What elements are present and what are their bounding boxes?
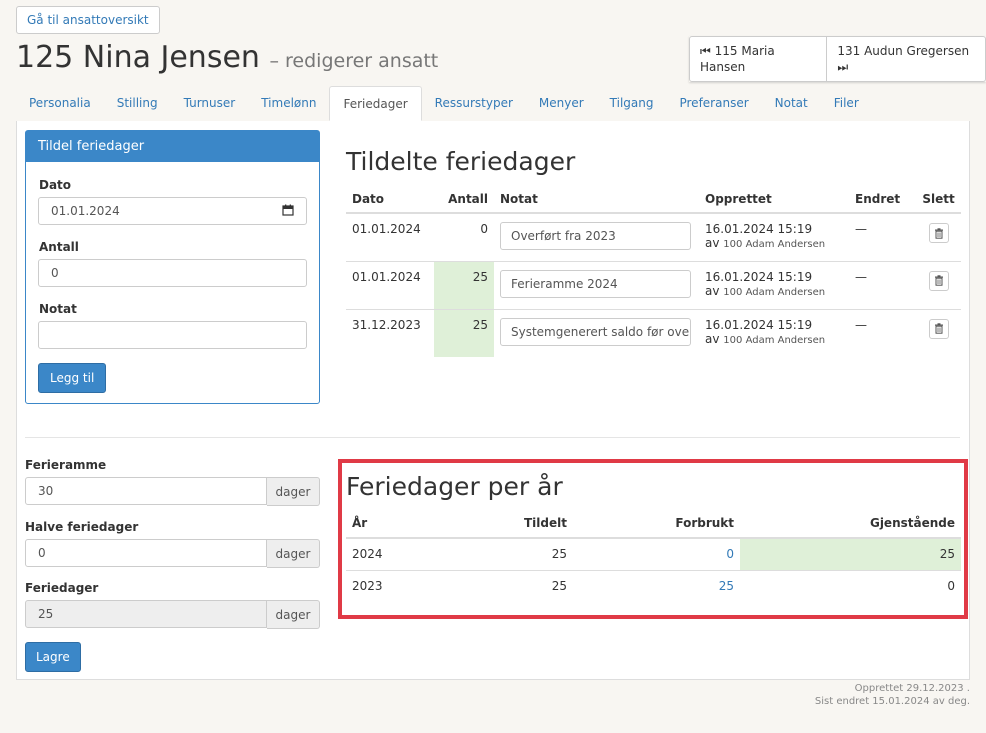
frame-unit: dager (267, 477, 320, 506)
save-button[interactable]: Lagre (25, 642, 81, 672)
col-count: Antall (434, 185, 494, 214)
row-created-time: 16.01.2024 15:19 (705, 317, 813, 332)
table-row: 01.01.2024 0 Overført fra 2023 16.01.2024 1… (346, 212, 961, 261)
row-created-time: 16.01.2024 15:19 (705, 269, 813, 284)
row-date: 31.12.2023 (346, 308, 434, 357)
date-value: 01.01.2024 (51, 204, 120, 218)
half-days-label: Halve feriedager (25, 520, 139, 534)
row-created: 16.01.2024 15:19 av 100 Adam Andersen (699, 260, 849, 309)
tab-notat[interactable]: Notat (762, 86, 821, 121)
col-date: Dato (346, 185, 434, 214)
row-delete-cell (916, 260, 961, 309)
assign-form-heading: Tildel feriedager (26, 131, 319, 162)
created-info: Opprettet 29.12.2023 . (854, 683, 970, 694)
tab-stilling[interactable]: Stilling (104, 86, 171, 121)
skip-next-icon: ⏭ (837, 60, 849, 74)
trash-icon (934, 275, 943, 286)
tab-turnuser[interactable]: Turnuser (171, 86, 249, 121)
tab-filer[interactable]: Filer (821, 86, 872, 121)
previous-employee-button[interactable]: ⏮ 115 Maria Hansen (689, 36, 828, 82)
table-row: 31.12.2023 25 Systemgenerert saldo før ove… (346, 308, 961, 357)
row-created-by-prefix: av (705, 236, 720, 250)
page-subtitle: – redigerer ansatt (269, 50, 439, 72)
col-note: Notat (494, 185, 699, 214)
row-delete-cell (916, 308, 961, 357)
row-count: 25 (434, 308, 494, 357)
note-input[interactable] (38, 321, 307, 349)
row-created-by-prefix: av (705, 331, 720, 346)
row-created-by: 100 Adam Andersen (723, 334, 826, 346)
row-changed: — (849, 212, 916, 261)
row-created-by: 100 Adam Andersen (723, 286, 826, 298)
assigned-vacation-heading: Tildelte feriedager (346, 147, 576, 176)
table-row: 01.01.2024 25 Ferieramme 2024 16.01.2024 15… (346, 260, 961, 309)
row-note-cell: Overført fra 2023 (494, 212, 699, 261)
vacation-days-input: 25 (25, 600, 267, 628)
row-date: 01.01.2024 (346, 212, 434, 261)
row-note-input[interactable]: Overført fra 2023 (500, 222, 691, 250)
row-changed: — (849, 260, 916, 309)
row-count: 0 (434, 212, 494, 261)
trash-icon (934, 227, 943, 239)
row-delete-cell (916, 212, 961, 261)
row-note-cell: Ferieramme 2024 (494, 260, 699, 309)
skip-previous-icon: ⏮ (700, 44, 711, 58)
section-divider (25, 437, 960, 438)
vacation-days-unit: dager (267, 600, 320, 629)
date-label: Dato (39, 178, 72, 192)
employee-navigation: ⏮ 115 Maria Hansen 131 Audun Gregersen ⏭ (689, 36, 986, 82)
previous-employee-label: 115 Maria Hansen (700, 44, 775, 74)
calendar-icon[interactable] (282, 204, 294, 219)
row-date: 01.01.2024 (346, 260, 434, 309)
next-employee-button[interactable]: 131 Audun Gregersen ⏭ (827, 36, 986, 82)
half-days-input-group: 0 dager (25, 539, 320, 568)
record-info: Opprettet 29.12.2023 . Sist endret 15.01… (815, 682, 970, 708)
row-note-input[interactable]: Ferieramme 2024 (500, 269, 691, 298)
tab-ressurstyper[interactable]: Ressurstyper (422, 86, 526, 121)
col-changed: Endret (849, 185, 916, 214)
trash-icon (934, 323, 943, 334)
employee-name: 125 Nina Jensen (16, 40, 260, 75)
col-delete: Slett (916, 185, 961, 214)
row-created: 16.01.2024 15:19 av 100 Adam Andersen (699, 212, 849, 261)
tab-preferanser[interactable]: Preferanser (666, 86, 761, 121)
assigned-vacation-table: Dato Antall Notat Opprettet Endret Slett… (346, 185, 961, 357)
half-days-input[interactable]: 0 (25, 539, 267, 567)
count-label: Antall (39, 240, 79, 254)
vacation-days-label: Feriedager (25, 581, 99, 595)
half-days-unit: dager (267, 539, 320, 568)
row-count: 25 (434, 260, 494, 309)
frame-input[interactable]: 30 (25, 477, 267, 505)
row-created-by: 100 Adam Andersen (723, 239, 826, 250)
tab-menyer[interactable]: Menyer (526, 86, 597, 121)
delete-button[interactable] (928, 223, 949, 243)
page-title: 125 Nina Jensen – redigerer ansatt (16, 40, 438, 75)
col-created: Opprettet (699, 185, 849, 214)
highlight-box (338, 459, 968, 619)
tab-timelønn[interactable]: Timelønn (248, 86, 329, 121)
row-created-time: 16.01.2024 15:19 (705, 222, 813, 236)
frame-input-group: 30 dager (25, 477, 320, 506)
row-note-input[interactable]: Systemgenerert saldo før overføring (500, 317, 691, 346)
count-input[interactable]: 0 (38, 259, 307, 287)
tab-personalia[interactable]: Personalia (16, 86, 104, 121)
next-employee-label: 131 Audun Gregersen (837, 44, 970, 58)
row-changed: — (849, 308, 916, 357)
row-created-by-prefix: av (705, 283, 720, 298)
date-input[interactable]: 01.01.2024 (38, 197, 307, 225)
delete-button[interactable] (928, 318, 949, 339)
vacation-days-input-group: 25 dager (25, 600, 320, 629)
note-label: Notat (39, 302, 77, 316)
tab-bar: Personalia Stilling Turnuser Timelønn Feried… (16, 86, 970, 122)
changed-info: Sist endret 15.01.2024 av deg. (814, 696, 970, 707)
delete-button[interactable] (928, 270, 949, 291)
frame-label: Ferieramme (25, 458, 107, 472)
tab-feriedager[interactable]: Feriedager (329, 86, 422, 121)
row-created: 16.01.2024 15:19 av 100 Adam Andersen (699, 308, 849, 357)
back-to-employee-overview-button[interactable]: Gå til ansattoversikt (16, 6, 160, 34)
row-note-cell: Systemgenerert saldo før overføring (494, 308, 699, 357)
add-button[interactable]: Legg til (38, 363, 107, 393)
tab-tilgang[interactable]: Tilgang (597, 86, 667, 121)
